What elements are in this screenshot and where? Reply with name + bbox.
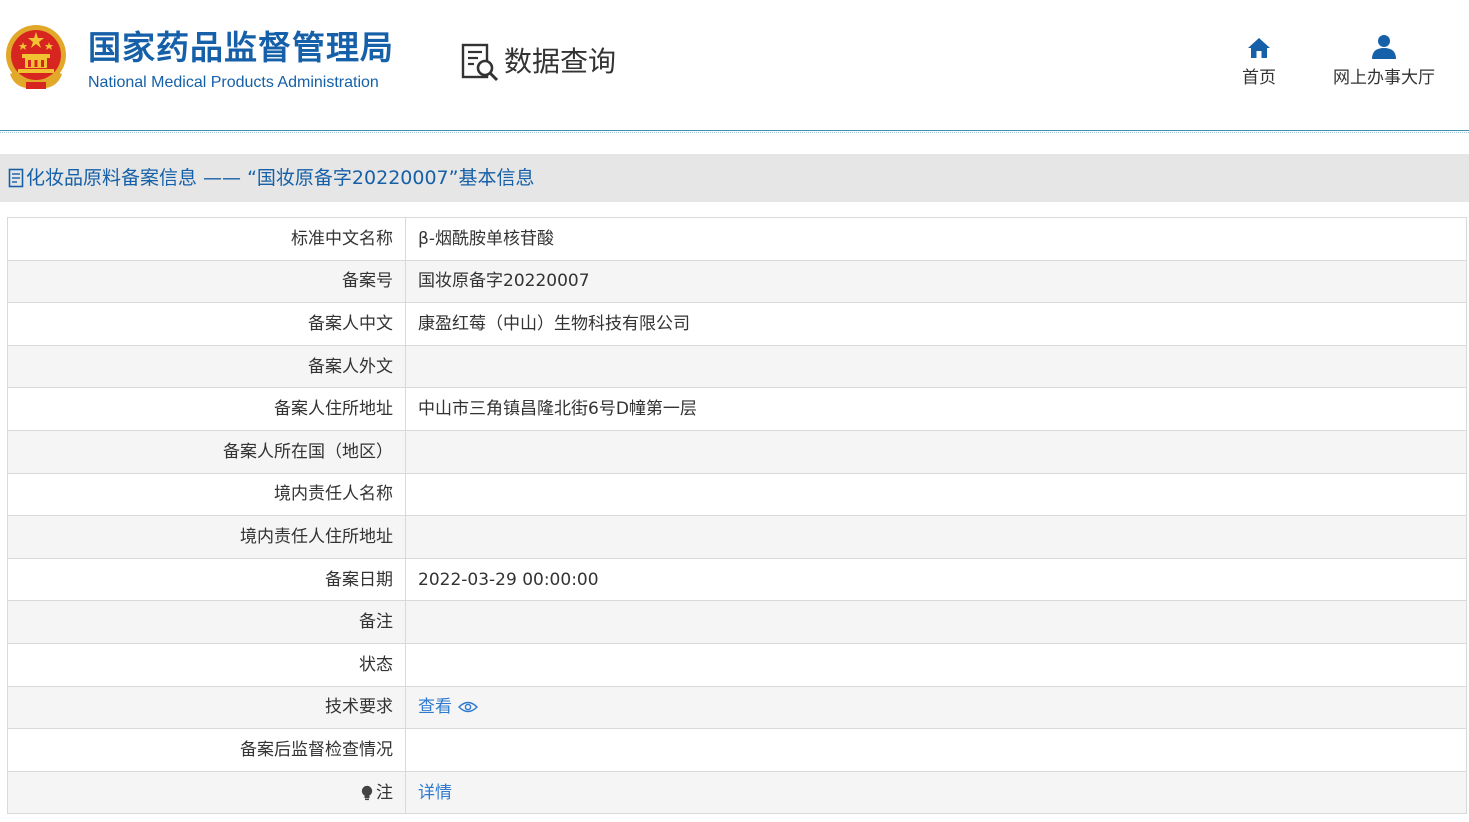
view-tech-requirements-link[interactable]: 查看: [418, 697, 478, 717]
table-row: 注 详情: [7, 770, 1467, 815]
table-row: 备案号 国妆原备字20220007: [7, 259, 1467, 304]
lightbulb-icon: [361, 785, 373, 800]
table-row: 技术要求 查看: [7, 685, 1467, 730]
org-name-cn: 国家药品监督管理局: [88, 28, 394, 67]
nav-online-service-hall-label: 网上办事大厅: [1333, 68, 1435, 88]
field-label: 备案人住所地址: [7, 387, 406, 431]
details-link[interactable]: 详情: [418, 783, 452, 803]
table-row: 备案日期 2022-03-29 00:00:00: [7, 557, 1467, 602]
table-row: 备注: [7, 600, 1467, 644]
table-row: 备案人住所地址 中山市三角镇昌隆北街6号D幢第一层: [7, 387, 1467, 431]
nav-home-label: 首页: [1242, 68, 1276, 88]
field-label: 境内责任人住所地址: [7, 515, 406, 559]
field-value: [405, 728, 1467, 772]
field-value: [405, 600, 1467, 644]
field-label: 备案后监督检查情况: [7, 728, 406, 772]
table-row: 标准中文名称 β-烟酰胺单核苷酸: [7, 217, 1467, 261]
field-label-cell: 注: [7, 770, 406, 815]
national-emblem-icon: [6, 25, 66, 89]
table-row: 备案人中文 康盈红莓（中山）生物科技有限公司: [7, 302, 1467, 346]
page-title-bar: 化妆品原料备案信息 —— “国妆原备字20220007”基本信息: [0, 154, 1469, 202]
field-label: 备案号: [7, 259, 406, 304]
site-header: 国家药品监督管理局 National Medical Products Admi…: [0, 0, 1469, 130]
field-value: 中山市三角镇昌隆北街6号D幢第一层: [405, 387, 1467, 431]
table-row: 境内责任人名称: [7, 472, 1467, 517]
table-row: 备案后监督检查情况: [7, 728, 1467, 772]
field-value: [405, 642, 1467, 687]
note-label: 注: [376, 782, 393, 803]
org-name-en: National Medical Products Administration: [88, 74, 379, 91]
field-label: 备案日期: [7, 557, 406, 602]
table-row: 状态: [7, 642, 1467, 687]
field-label: 境内责任人名称: [7, 472, 406, 517]
nav-online-service-hall[interactable]: 网上办事大厅: [1324, 32, 1444, 90]
info-table: 标准中文名称 β-烟酰胺单核苷酸 备案号 国妆原备字20220007 备案人中文…: [7, 217, 1467, 815]
nav-home[interactable]: 首页: [1236, 32, 1282, 90]
data-search-icon: [461, 43, 499, 82]
field-label: 备案人外文: [7, 344, 406, 389]
field-value: [405, 429, 1467, 474]
field-label: 状态: [7, 642, 406, 687]
data-query-label: 数据查询: [504, 45, 617, 78]
field-label: 备案人所在国（地区）: [7, 429, 406, 474]
field-value: 康盈红莓（中山）生物科技有限公司: [405, 302, 1467, 346]
table-row: 境内责任人住所地址: [7, 515, 1467, 559]
document-icon: [8, 168, 24, 188]
home-icon: [1248, 38, 1270, 58]
header-divider: [0, 130, 1469, 133]
field-value: 2022-03-29 00:00:00: [405, 557, 1467, 602]
table-row: 备案人所在国（地区）: [7, 429, 1467, 474]
field-value: [405, 515, 1467, 559]
page-title: 化妆品原料备案信息 —— “国妆原备字20220007”基本信息: [26, 167, 535, 189]
field-value-cell: 详情: [405, 770, 1467, 815]
field-label: 备案人中文: [7, 302, 406, 346]
field-value: [405, 344, 1467, 389]
view-link-label: 查看: [418, 697, 452, 718]
user-icon: [1372, 35, 1396, 59]
field-value: [405, 472, 1467, 517]
field-value: 国妆原备字20220007: [405, 259, 1467, 304]
field-value-cell: 查看: [405, 685, 1467, 730]
field-label: 备注: [7, 600, 406, 644]
field-value: β-烟酰胺单核苷酸: [405, 217, 1467, 261]
data-query-title: 数据查询: [460, 40, 616, 84]
table-row: 备案人外文: [7, 344, 1467, 389]
field-label: 技术要求: [7, 685, 406, 730]
eye-icon: [458, 702, 478, 713]
field-label: 标准中文名称: [7, 217, 406, 261]
